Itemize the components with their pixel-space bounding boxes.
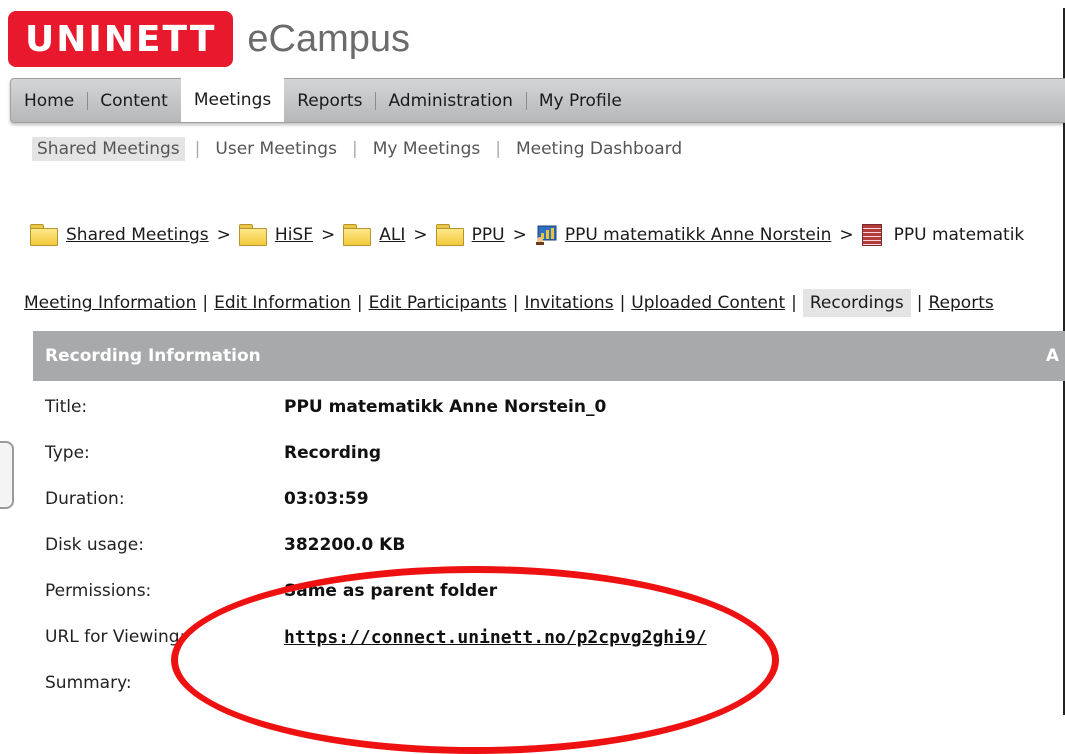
subnav-my-meetings[interactable]: My Meetings xyxy=(368,137,486,161)
field-label: Type: xyxy=(45,443,90,463)
recording-icon xyxy=(861,224,882,246)
logo-brand: UNINETT xyxy=(8,11,234,67)
field-value: Same as parent folder xyxy=(284,581,498,601)
field-label: Disk usage: xyxy=(45,535,144,555)
tab-separator: | xyxy=(512,293,519,313)
folder-icon xyxy=(238,224,267,246)
subnav-shared-meetings[interactable]: Shared Meetings xyxy=(32,137,185,161)
tab-separator: | xyxy=(202,293,209,313)
subnav-user-meetings[interactable]: User Meetings xyxy=(210,137,342,161)
logo[interactable]: UNINETT eCampus xyxy=(8,11,410,67)
subnav-separator: | xyxy=(194,139,201,159)
tab-separator: | xyxy=(916,293,923,313)
breadcrumb-arrow: > xyxy=(512,225,527,245)
field-value: 03:03:59 xyxy=(284,489,369,509)
nav-meetings[interactable]: Meetings xyxy=(180,77,285,122)
tab-uploaded-content[interactable]: Uploaded Content xyxy=(631,293,785,313)
nav-administration[interactable]: Administration xyxy=(375,79,525,122)
tab-recordings[interactable]: Recordings xyxy=(802,289,911,317)
subnav-separator: | xyxy=(351,139,358,159)
tab-invitations[interactable]: Invitations xyxy=(524,293,613,313)
tab-edit-information[interactable]: Edit Information xyxy=(214,293,351,313)
subnav-meeting-dashboard[interactable]: Meeting Dashboard xyxy=(511,137,687,161)
meeting-tabs: Meeting Information | Edit Information |… xyxy=(24,289,994,317)
header-corner-text: A xyxy=(1045,346,1059,366)
field-label: Duration: xyxy=(45,489,125,509)
breadcrumb-ali[interactable]: ALI xyxy=(379,225,405,245)
sub-nav: Shared Meetings | User Meetings | My Mee… xyxy=(32,137,687,161)
breadcrumb-arrow: > xyxy=(839,225,854,245)
nav-reports[interactable]: Reports xyxy=(284,79,375,122)
tab-separator: | xyxy=(791,293,797,313)
breadcrumb-arrow: > xyxy=(216,225,231,245)
folder-icon xyxy=(435,224,464,246)
info-row-summary: Summary: xyxy=(45,660,1045,706)
tab-separator: | xyxy=(619,293,626,313)
viewing-url-link[interactable]: https://connect.uninett.no/p2cpvg2ghi9/ xyxy=(284,627,707,648)
breadcrumb-current-recording: PPU matematik xyxy=(893,225,1025,245)
recording-info-title: Recording Information xyxy=(45,346,261,366)
field-value: 382200.0 KB xyxy=(284,535,406,555)
logo-product: eCampus xyxy=(247,17,411,60)
field-label: Summary: xyxy=(45,673,132,693)
nav-home[interactable]: Home xyxy=(11,79,87,122)
breadcrumb-hisf[interactable]: HiSF xyxy=(275,225,313,245)
info-row-url: URL for Viewing: https://connect.uninett… xyxy=(45,614,1045,660)
main-nav: Home Content Meetings Reports Administra… xyxy=(10,77,1065,123)
info-row-permissions: Permissions: Same as parent folder xyxy=(45,568,1045,614)
recording-info-header: Recording Information A xyxy=(33,331,1065,381)
nav-my-profile[interactable]: My Profile xyxy=(525,79,635,122)
field-label: Permissions: xyxy=(45,581,152,601)
breadcrumb: Shared Meetings > HiSF > ALI > PPU > PPU… xyxy=(30,224,1024,246)
tab-reports[interactable]: Reports xyxy=(929,293,994,313)
info-row-duration: Duration: 03:03:59 xyxy=(45,476,1045,522)
side-scroll-handle[interactable] xyxy=(0,441,14,509)
info-row-type: Type: Recording xyxy=(45,430,1045,476)
nav-content[interactable]: Content xyxy=(87,79,181,122)
meeting-room-icon xyxy=(535,225,557,245)
field-label: Title: xyxy=(45,397,88,417)
folder-icon xyxy=(30,224,58,246)
breadcrumb-shared-meetings[interactable]: Shared Meetings xyxy=(66,225,209,245)
breadcrumb-ppu[interactable]: PPU xyxy=(472,225,505,245)
field-value: Recording xyxy=(284,443,382,463)
folder-icon xyxy=(343,224,372,246)
field-label: URL for Viewing: xyxy=(45,627,186,647)
tab-separator: | xyxy=(356,293,363,313)
info-row-title: Title: PPU matematikk Anne Norstein_0 xyxy=(45,384,1045,430)
breadcrumb-meeting[interactable]: PPU matematikk Anne Norstein xyxy=(565,225,832,245)
breadcrumb-arrow: > xyxy=(320,225,336,245)
info-row-disk-usage: Disk usage: 382200.0 KB xyxy=(45,522,1045,568)
subnav-separator: | xyxy=(495,139,501,159)
field-value: PPU matematikk Anne Norstein_0 xyxy=(284,397,607,417)
breadcrumb-arrow: > xyxy=(413,225,428,245)
tab-meeting-information[interactable]: Meeting Information xyxy=(24,293,196,313)
tab-edit-participants[interactable]: Edit Participants xyxy=(369,293,507,313)
